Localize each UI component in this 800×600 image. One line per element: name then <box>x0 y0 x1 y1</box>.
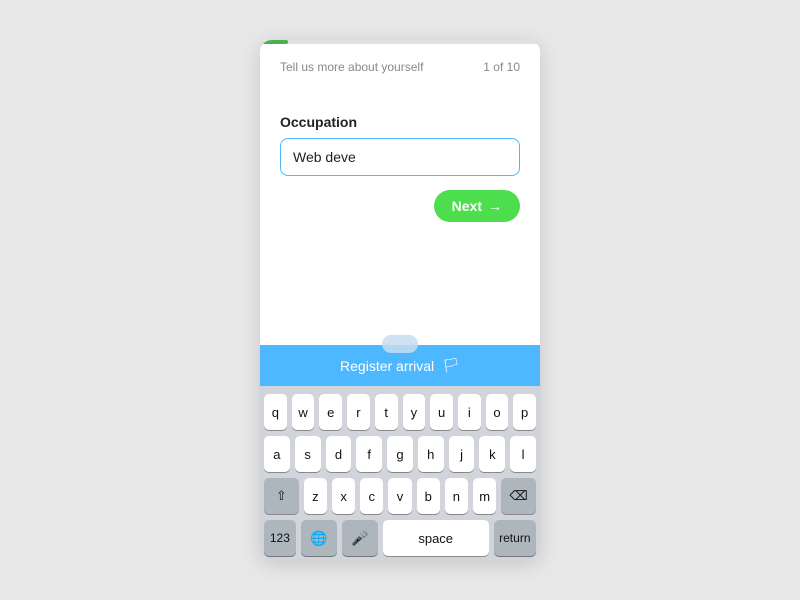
space-key[interactable]: space <box>383 520 489 556</box>
num-key[interactable]: 123 <box>264 520 296 556</box>
next-arrow-icon: → <box>488 198 502 214</box>
keyboard-row-4: 123 🌐 🎤 space return <box>264 520 536 556</box>
key-f[interactable]: f <box>356 436 382 472</box>
key-q[interactable]: q <box>264 394 287 430</box>
key-c[interactable]: c <box>360 478 383 514</box>
form-area: Tell us more about yourself 1 of 10 Occu… <box>260 44 540 345</box>
keyboard-row-2: a s d f g h j k l <box>264 436 536 472</box>
occupation-input[interactable] <box>280 138 520 176</box>
header-title: Tell us more about yourself <box>280 60 423 74</box>
key-p[interactable]: p <box>513 394 536 430</box>
backspace-key[interactable]: ⌫ <box>501 478 536 514</box>
key-z[interactable]: z <box>304 478 327 514</box>
header-step: 1 of 10 <box>483 60 520 74</box>
keyboard-row-1: q w e r t y u i o p <box>264 394 536 430</box>
key-g[interactable]: g <box>387 436 413 472</box>
header-row: Tell us more about yourself 1 of 10 <box>280 60 520 74</box>
shift-key[interactable]: ⇧ <box>264 478 299 514</box>
key-s[interactable]: s <box>295 436 321 472</box>
next-label: Next <box>452 198 482 214</box>
key-v[interactable]: v <box>388 478 411 514</box>
key-e[interactable]: e <box>319 394 342 430</box>
register-bar-handle <box>382 335 418 353</box>
phone-container: Tell us more about yourself 1 of 10 Occu… <box>260 40 540 560</box>
key-o[interactable]: o <box>486 394 509 430</box>
next-button[interactable]: Next → <box>434 190 520 222</box>
keyboard: q w e r t y u i o p a s d f g h j k l ⇧ … <box>260 386 540 560</box>
key-r[interactable]: r <box>347 394 370 430</box>
next-button-row: Next → <box>280 190 520 222</box>
key-k[interactable]: k <box>479 436 505 472</box>
key-h[interactable]: h <box>418 436 444 472</box>
register-bar-flag-icon: 🏳 <box>442 357 460 374</box>
key-n[interactable]: n <box>445 478 468 514</box>
key-b[interactable]: b <box>417 478 440 514</box>
register-bar-text: Register arrival <box>340 358 434 374</box>
key-i[interactable]: i <box>458 394 481 430</box>
key-t[interactable]: t <box>375 394 398 430</box>
keyboard-row-3: ⇧ z x c v b n m ⌫ <box>264 478 536 514</box>
key-a[interactable]: a <box>264 436 290 472</box>
key-u[interactable]: u <box>430 394 453 430</box>
return-key[interactable]: return <box>494 520 536 556</box>
key-l[interactable]: l <box>510 436 536 472</box>
occupation-label: Occupation <box>280 114 520 130</box>
key-m[interactable]: m <box>473 478 496 514</box>
key-j[interactable]: j <box>449 436 475 472</box>
register-bar[interactable]: Register arrival 🏳 <box>260 345 540 386</box>
key-y[interactable]: y <box>403 394 426 430</box>
key-d[interactable]: d <box>326 436 352 472</box>
key-w[interactable]: w <box>292 394 315 430</box>
globe-key[interactable]: 🌐 <box>301 520 337 556</box>
key-x[interactable]: x <box>332 478 355 514</box>
mic-key[interactable]: 🎤 <box>342 520 378 556</box>
